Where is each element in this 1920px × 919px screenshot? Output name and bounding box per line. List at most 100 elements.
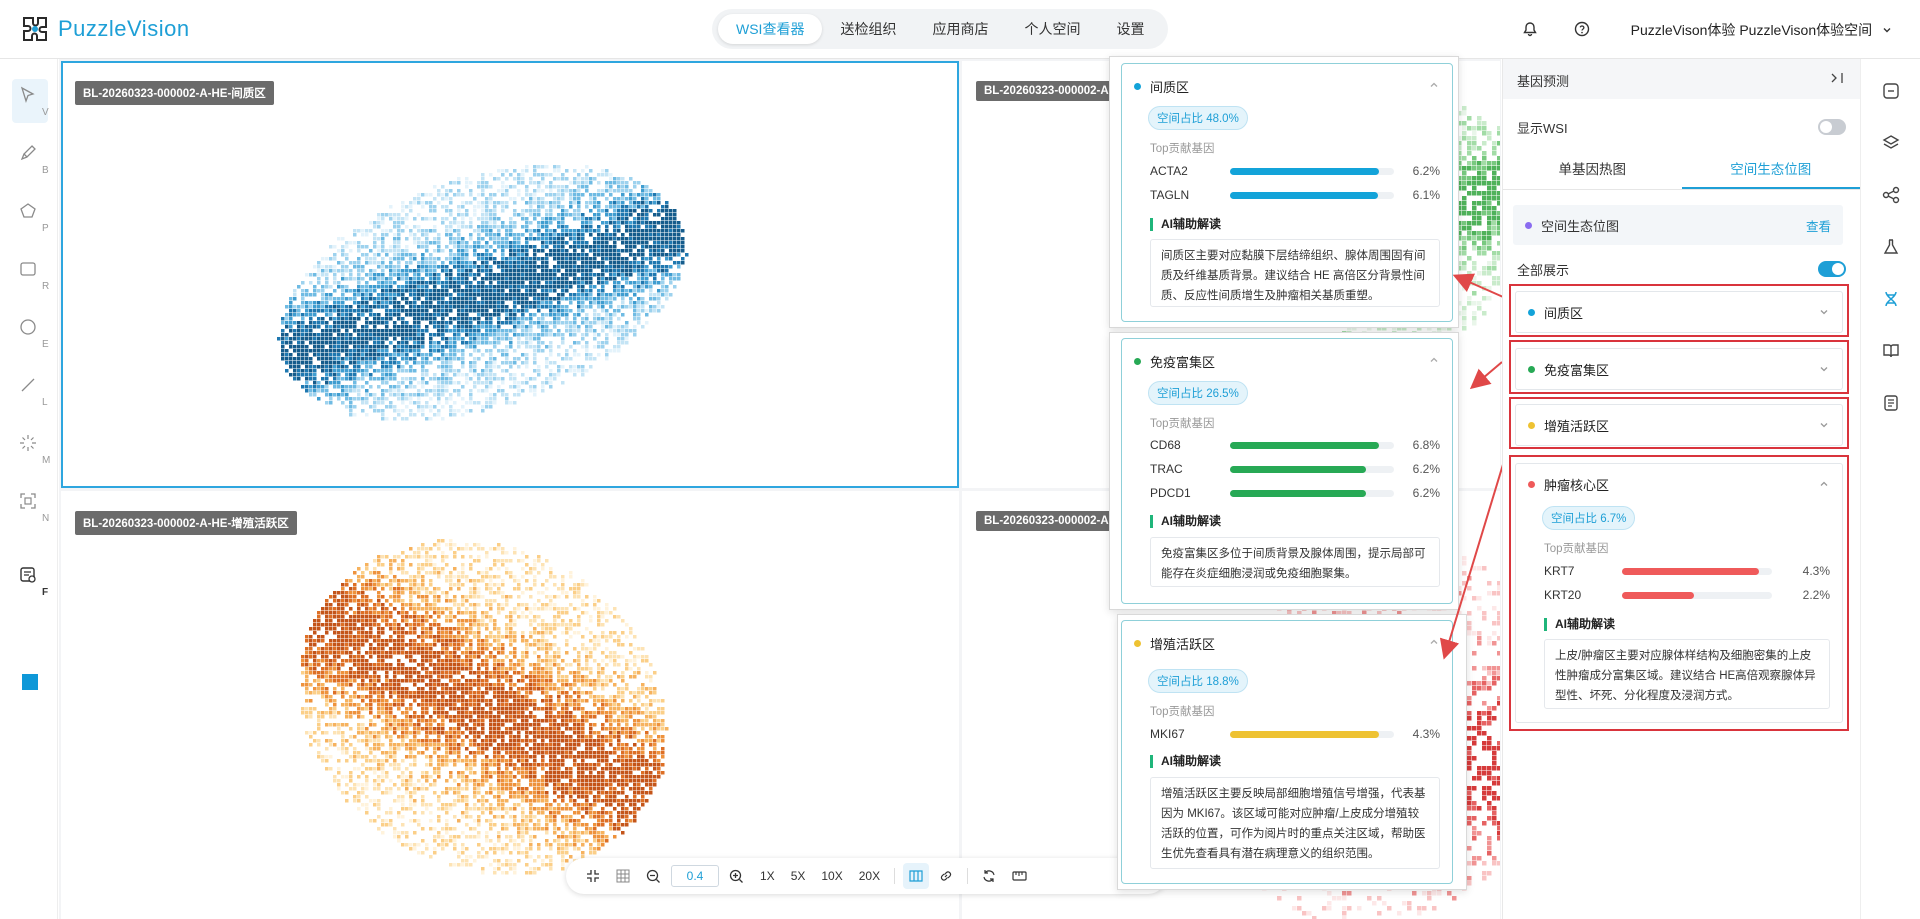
heatmap-cell — [573, 245, 577, 249]
heatmap-cell — [481, 405, 485, 409]
heatmap-cell — [461, 297, 465, 301]
heatmap-cell — [461, 373, 465, 377]
heatmap-cell — [545, 209, 549, 213]
nav-tab-personal-space[interactable]: 个人空间 — [1006, 14, 1098, 44]
nav-tab-settings[interactable]: 设置 — [1098, 14, 1162, 44]
heatmap-cell — [533, 297, 537, 301]
heatmap-cell — [337, 261, 341, 265]
heatmap-cell — [501, 349, 505, 353]
heatmap-cell — [489, 193, 493, 197]
heatmap-cell — [489, 353, 493, 357]
heatmap-cell — [345, 385, 349, 389]
heatmap-cell — [573, 193, 577, 197]
nav-tab-wsi-viewer[interactable]: WSI查看器 — [718, 14, 823, 44]
heatmap-cell — [557, 313, 561, 317]
heatmap-cell — [533, 333, 537, 337]
nav-tab-app-store[interactable]: 应用商店 — [914, 14, 1006, 44]
heatmap-cell — [429, 257, 433, 261]
heatmap-cell — [557, 189, 561, 193]
heatmap-cell — [309, 377, 313, 381]
app-logo[interactable]: PuzzleVision — [20, 14, 190, 44]
heatmap-cell — [409, 253, 413, 257]
heatmap-cell — [541, 181, 545, 185]
heatmap-cell — [489, 233, 493, 237]
heatmap-cell — [517, 237, 521, 241]
heatmap-cell — [441, 285, 445, 289]
heatmap-cell — [321, 337, 325, 341]
heatmap-cell — [557, 201, 561, 205]
heatmap-cell — [465, 253, 469, 257]
annotation-color-swatch[interactable] — [22, 674, 38, 690]
heatmap-cell — [469, 337, 473, 341]
tool-polygon[interactable]: P — [12, 195, 49, 239]
tool-annotation[interactable]: F — [12, 559, 48, 603]
heatmap-cell — [617, 261, 621, 265]
heatmap-cell — [557, 333, 561, 337]
heatmap-cell — [373, 253, 377, 257]
heatmap-cell — [513, 245, 517, 249]
heatmap-cell — [509, 277, 513, 281]
heatmap-cell — [297, 313, 301, 317]
heatmap-cell — [477, 325, 481, 329]
heatmap-cell — [353, 261, 357, 265]
heatmap-cell — [381, 213, 385, 217]
heatmap-cell — [561, 333, 565, 337]
heatmap-cell — [657, 265, 661, 269]
heatmap-cell — [465, 345, 469, 349]
heatmap-cell — [645, 309, 649, 313]
heatmap-cell — [329, 349, 333, 353]
heatmap-cell — [381, 241, 385, 245]
heatmap-cell — [629, 245, 633, 249]
heatmap-cell — [313, 333, 317, 337]
heatmap-cell — [569, 193, 573, 197]
heatmap-cell — [597, 261, 601, 265]
heatmap-cell — [381, 221, 385, 225]
heatmap-cell — [469, 397, 473, 401]
heatmap-cell — [629, 241, 633, 245]
nav-tab-submitted-tissue[interactable]: 送检组织 — [822, 14, 914, 44]
heatmap-cell — [489, 313, 493, 317]
heatmap-cell — [389, 293, 393, 297]
heatmap-cell — [513, 185, 517, 189]
heatmap-cell — [393, 217, 397, 221]
viewer-pane-1[interactable]: BL-20260323-000002-A-HE-间质区 — [61, 61, 959, 488]
bell-icon[interactable] — [1520, 19, 1540, 39]
heatmap-cell — [549, 181, 553, 185]
heatmap-cell — [529, 329, 533, 333]
heatmap-cell — [545, 361, 549, 365]
heatmap-cell — [509, 249, 513, 253]
heatmap-cell — [373, 369, 377, 373]
heatmap-cell — [661, 265, 665, 269]
heatmap-cell — [481, 305, 485, 309]
heatmap-cell — [605, 237, 609, 241]
heatmap-cell — [397, 385, 401, 389]
tool-ellipse[interactable]: E — [12, 311, 49, 355]
heatmap-cell — [465, 209, 469, 213]
heatmap-cell — [581, 281, 585, 285]
heatmap-cell — [409, 289, 413, 293]
heatmap-cell — [345, 325, 349, 329]
heatmap-cell — [469, 377, 473, 381]
heatmap-cell — [661, 241, 665, 245]
heatmap-cell — [521, 265, 525, 269]
heatmap-cell — [557, 265, 561, 269]
heatmap-cell — [493, 341, 497, 345]
help-icon[interactable] — [1572, 19, 1592, 39]
heatmap-cell — [481, 337, 485, 341]
heatmap-cell — [325, 341, 329, 345]
heatmap-cell — [545, 289, 549, 293]
heatmap-cell — [457, 277, 461, 281]
tool-line[interactable]: L — [12, 369, 48, 413]
tool-select[interactable]: V — [12, 79, 49, 123]
tool-magic[interactable]: M — [12, 427, 50, 471]
heatmap-cell — [637, 289, 641, 293]
tool-brush[interactable]: B — [12, 137, 49, 181]
tool-focus[interactable]: N — [12, 485, 49, 529]
heatmap-cell — [473, 401, 477, 405]
user-menu[interactable]: PuzzleVison体验 PuzzleVison体验空间 — [1631, 20, 1892, 40]
heatmap-cell — [441, 357, 445, 361]
heatmap-cell — [605, 297, 609, 301]
heatmap-cell — [425, 249, 429, 253]
tool-rectangle[interactable]: R — [12, 253, 49, 297]
heatmap-cell — [445, 205, 449, 209]
